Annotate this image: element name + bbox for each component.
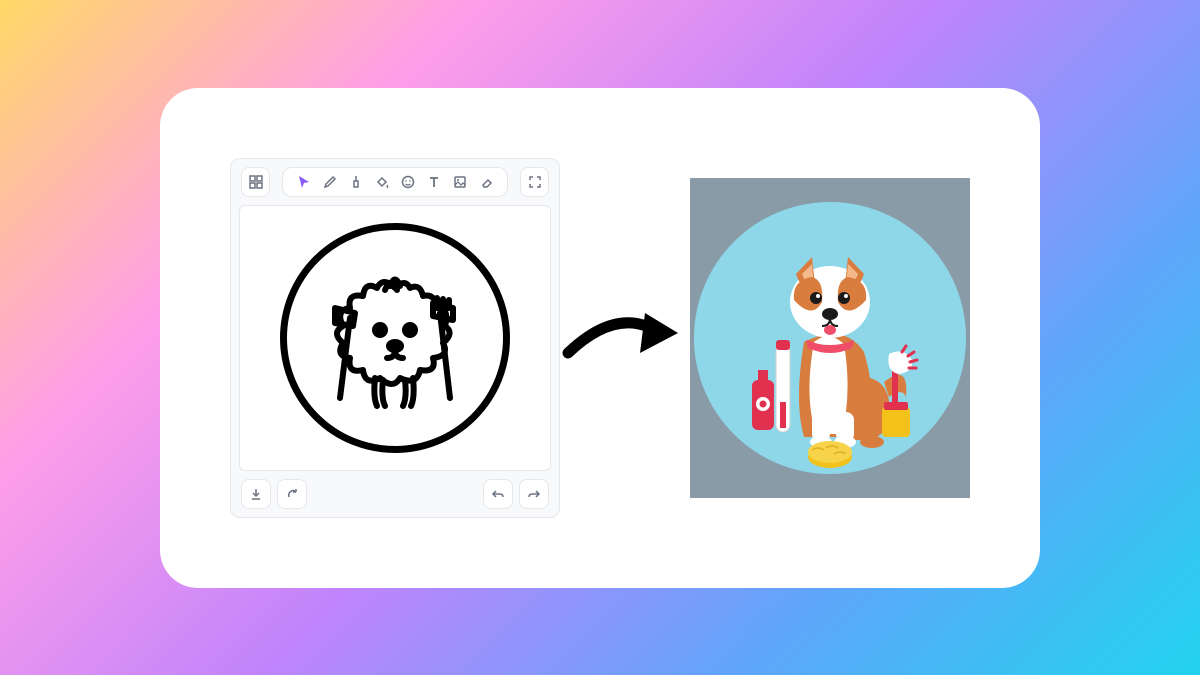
sketch-content [280, 223, 510, 453]
sketch-canvas[interactable] [239, 205, 551, 471]
sketch-editor-panel [230, 158, 560, 518]
editor-toolbar-top [231, 159, 559, 205]
flat-dog-illustration [694, 202, 966, 474]
fill-tool[interactable] [373, 173, 391, 191]
cursor-tool[interactable] [295, 173, 313, 191]
sponge-icon [808, 441, 852, 468]
comparison-card [160, 88, 1040, 588]
image-tool[interactable] [451, 173, 469, 191]
tube-icon [776, 340, 790, 432]
redo-button[interactable] [519, 479, 549, 509]
tool-palette [282, 167, 508, 197]
jar-icon [882, 402, 910, 437]
eraser-tool[interactable] [477, 173, 495, 191]
paint-tool[interactable] [347, 173, 365, 191]
pencil-tool[interactable] [321, 173, 339, 191]
bottle-icon [752, 370, 774, 430]
undo-button[interactable] [483, 479, 513, 509]
download-button[interactable] [241, 479, 271, 509]
result-illustration [690, 178, 970, 498]
expand-button[interactable] [520, 167, 549, 197]
text-tool[interactable] [425, 173, 443, 191]
dog-sketch-icon [305, 248, 485, 428]
smile-tool[interactable] [399, 173, 417, 191]
transform-arrow [560, 298, 690, 378]
arrow-right-icon [560, 298, 690, 378]
clear-button[interactable] [277, 479, 307, 509]
grid-toggle-button[interactable] [241, 167, 270, 197]
editor-toolbar-bottom [231, 471, 559, 517]
